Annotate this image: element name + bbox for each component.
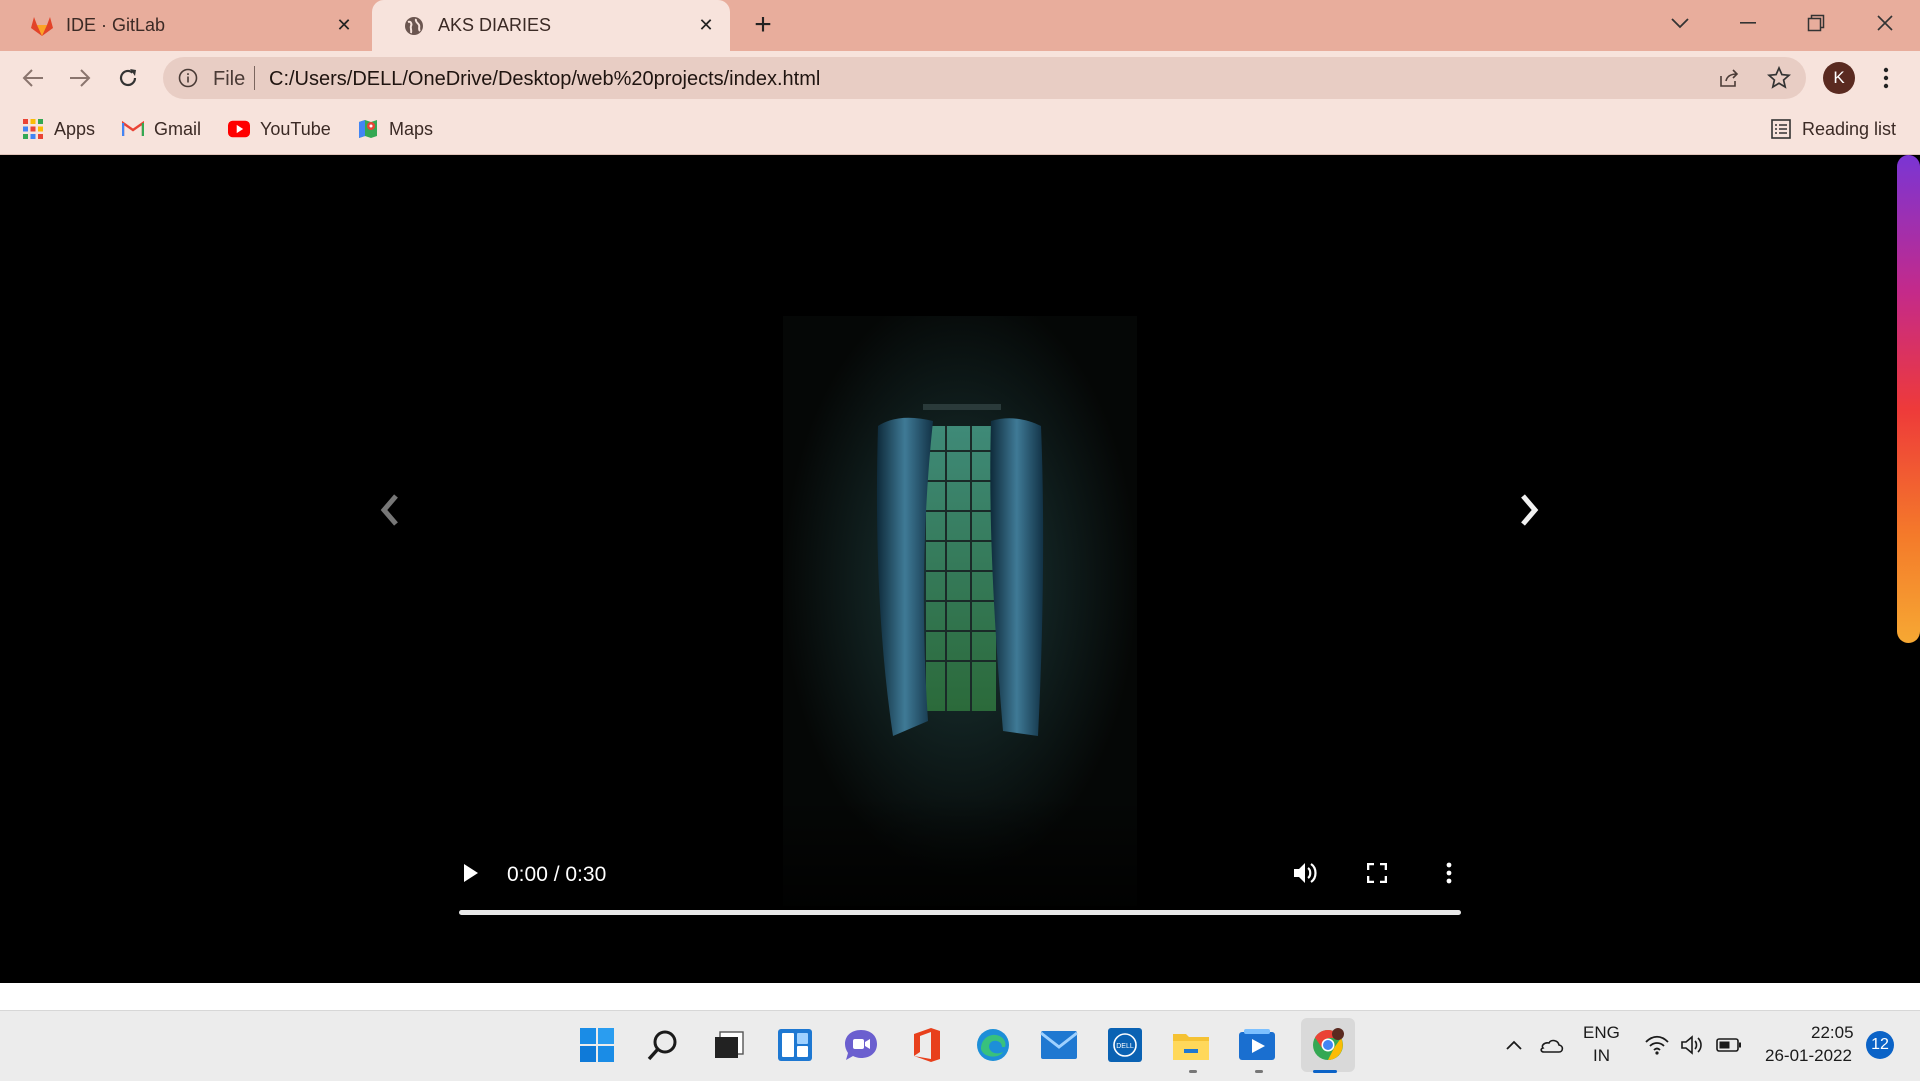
- globe-icon: [402, 14, 426, 38]
- widgets-icon[interactable]: [773, 1023, 817, 1067]
- restore-icon[interactable]: [1796, 8, 1836, 38]
- fullscreen-icon[interactable]: [1360, 856, 1394, 890]
- tab-title: AKS DIARIES: [438, 15, 552, 35]
- browser-menu-icon[interactable]: [1870, 62, 1902, 94]
- tab-aks-diaries[interactable]: AKS DIARIES ✕: [372, 0, 730, 51]
- media-player-icon[interactable]: [1235, 1023, 1279, 1067]
- back-icon[interactable]: [17, 62, 49, 94]
- edge-icon[interactable]: [971, 1023, 1015, 1067]
- video-more-options-icon[interactable]: [1432, 856, 1466, 890]
- profile-avatar[interactable]: K: [1823, 62, 1855, 94]
- close-tab-icon[interactable]: ✕: [332, 13, 356, 37]
- browser-toolbar: File C:/Users/DELL/OneDrive/Desktop/web%…: [0, 51, 1920, 105]
- tab-strip: IDE · GitLab ✕ AKS DIARIES ✕ +: [0, 0, 1920, 51]
- video-time: 0:00 / 0:30: [507, 863, 607, 886]
- video-progress-bar[interactable]: [459, 910, 1461, 915]
- play-icon[interactable]: [454, 856, 488, 890]
- tab-title: IDE · GitLab: [66, 15, 166, 35]
- chrome-icon[interactable]: [1301, 1018, 1355, 1072]
- bookmark-maps[interactable]: Maps: [357, 115, 433, 143]
- gitlab-icon: [30, 14, 54, 38]
- running-indicator: [1189, 1070, 1197, 1073]
- minimize-icon[interactable]: [1728, 8, 1768, 38]
- file-explorer-icon[interactable]: [1169, 1023, 1213, 1067]
- gmail-icon: [122, 118, 144, 140]
- bookmark-gmail[interactable]: Gmail: [122, 115, 201, 143]
- page-bottom-strip: [0, 983, 1920, 1010]
- volume-tray-icon[interactable]: [1678, 1023, 1708, 1067]
- next-slide-icon[interactable]: [1515, 490, 1545, 530]
- scrollbar-thumb[interactable]: [1897, 155, 1920, 643]
- clock-time[interactable]: 22:05: [1811, 1023, 1854, 1043]
- scheme-label: File: [213, 68, 246, 90]
- youtube-icon: [228, 118, 250, 140]
- clock-date[interactable]: 26-01-2022: [1765, 1046, 1852, 1066]
- show-hidden-icons-chevron-icon[interactable]: [1502, 1023, 1526, 1067]
- reading-list-label: Reading list: [1802, 118, 1897, 139]
- url-text[interactable]: C:/Users/DELL/OneDrive/Desktop/web%20pro…: [269, 68, 820, 91]
- running-indicator: [1255, 1070, 1263, 1073]
- bookmark-label: Gmail: [154, 118, 202, 139]
- forward-icon[interactable]: [64, 62, 96, 94]
- search-icon[interactable]: [641, 1023, 685, 1067]
- wifi-icon[interactable]: [1642, 1023, 1672, 1067]
- bookmark-star-icon[interactable]: [1766, 65, 1792, 95]
- reading-list-icon: [1770, 118, 1792, 140]
- previous-slide-icon[interactable]: [374, 490, 404, 530]
- task-view-icon[interactable]: [707, 1023, 751, 1067]
- close-tab-icon[interactable]: ✕: [694, 13, 718, 37]
- teams-chat-icon[interactable]: [839, 1023, 883, 1067]
- tab-gitlab[interactable]: IDE · GitLab ✕: [0, 0, 368, 51]
- windows-start-icon[interactable]: [575, 1023, 619, 1067]
- mail-icon[interactable]: [1037, 1023, 1081, 1067]
- tab-search-icon[interactable]: [1660, 8, 1700, 38]
- bookmark-apps[interactable]: Apps: [22, 115, 95, 143]
- bookmark-label: Apps: [54, 118, 96, 139]
- office-icon[interactable]: [905, 1023, 949, 1067]
- bookmark-youtube[interactable]: YouTube: [228, 115, 331, 143]
- bookmark-label: YouTube: [260, 118, 331, 139]
- address-bar[interactable]: File C:/Users/DELL/OneDrive/Desktop/web%…: [163, 57, 1806, 99]
- dell-icon[interactable]: DELL: [1103, 1023, 1147, 1067]
- language-region[interactable]: IN: [1593, 1046, 1610, 1066]
- site-info-icon[interactable]: [177, 67, 199, 89]
- close-window-icon[interactable]: [1865, 8, 1905, 38]
- active-app-indicator: [1313, 1070, 1337, 1073]
- apps-grid-icon: [22, 118, 44, 140]
- battery-icon[interactable]: [1714, 1023, 1744, 1067]
- svg-text:DELL: DELL: [1116, 1043, 1134, 1050]
- video-frame[interactable]: [783, 316, 1137, 906]
- maps-icon: [357, 118, 379, 140]
- reload-icon[interactable]: [112, 62, 144, 94]
- reading-list-button[interactable]: Reading list: [1770, 115, 1896, 143]
- page-content: 0:00 / 0:30: [0, 155, 1920, 983]
- bookmark-label: Maps: [389, 118, 434, 139]
- new-tab-button[interactable]: +: [748, 10, 778, 41]
- bookmarks-bar: Apps Gmail YouTube Maps Reading list: [0, 105, 1920, 155]
- taskbar: DELL ENG IN 22:05 26-01-2022 12: [0, 1010, 1920, 1081]
- volume-icon[interactable]: [1288, 856, 1322, 890]
- share-icon[interactable]: [1718, 67, 1740, 94]
- onedrive-cloud-icon[interactable]: [1536, 1023, 1566, 1067]
- divider: [254, 66, 255, 90]
- language-indicator[interactable]: ENG: [1583, 1023, 1620, 1043]
- notification-count-badge[interactable]: 12: [1866, 1031, 1894, 1059]
